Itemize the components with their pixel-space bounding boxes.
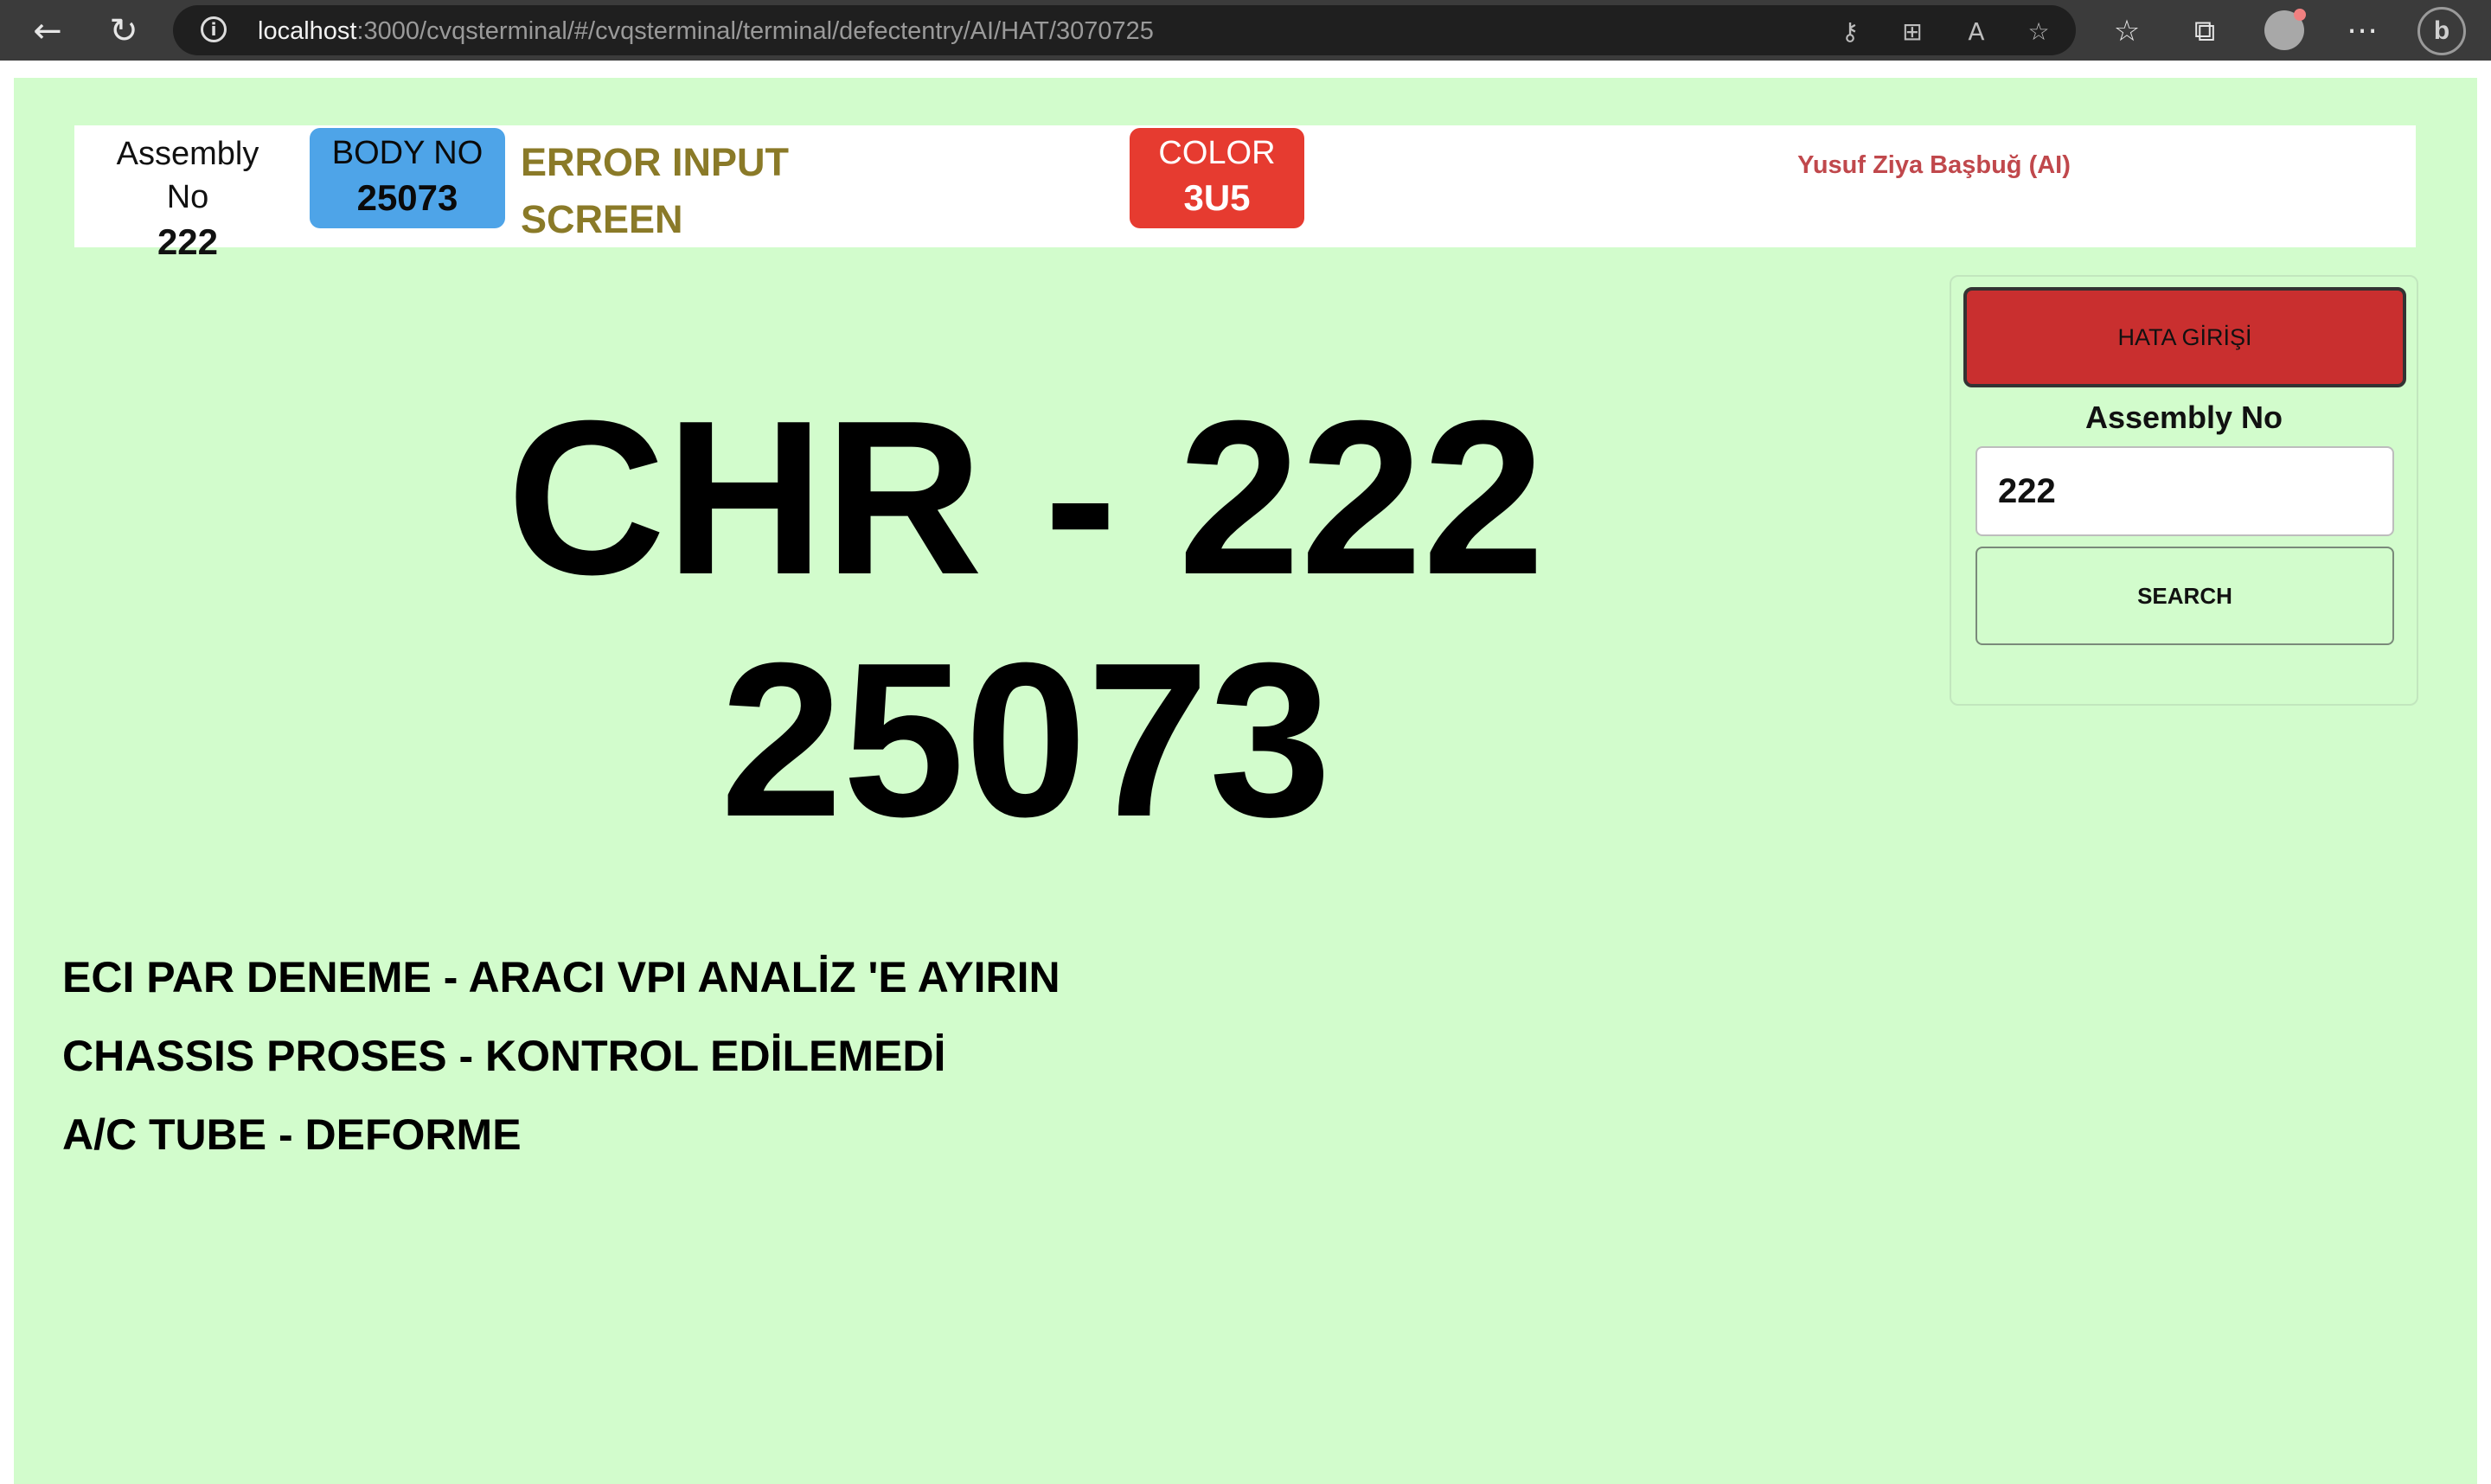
address-bar[interactable]: i localhost:3000/cvqsterminal/#/cvqsterm… bbox=[173, 5, 2076, 55]
search-panel: HATA GİRİŞİ Assembly No SEARCH bbox=[1950, 275, 2418, 706]
page-title-line1: ERROR INPUT bbox=[521, 140, 790, 184]
page-title: ERROR INPUT SCREEN bbox=[521, 134, 815, 248]
profile-avatar[interactable] bbox=[2264, 9, 2306, 50]
apps-icon[interactable]: ⊞ bbox=[1898, 17, 1927, 47]
assembly-label: Assembly No bbox=[116, 136, 259, 215]
info-icon[interactable]: i bbox=[201, 16, 227, 42]
header-bar: Assembly No 222 BODY NO 25073 ERROR INPU… bbox=[74, 125, 2416, 262]
color-value: 3U5 bbox=[1183, 177, 1251, 218]
body-no-label: BODY NO bbox=[331, 135, 483, 171]
body-number-display: 25073 bbox=[720, 617, 1332, 862]
page-title-line2: SCREEN bbox=[521, 197, 683, 241]
defect-item: A/C TUBE - DEFORME bbox=[62, 1110, 522, 1159]
read-aloud-icon[interactable]: A bbox=[1962, 17, 1991, 47]
more-icon[interactable]: ⋯ bbox=[2342, 11, 2382, 51]
app-content: Assembly No 222 BODY NO 25073 ERROR INPU… bbox=[14, 78, 2477, 1484]
defect-list: ECI PAR DENEME - ARACI VPI ANALİZ 'E AYI… bbox=[62, 951, 1360, 1187]
body-no-value: 25073 bbox=[356, 177, 458, 218]
favorites-icon[interactable]: ☆ bbox=[2107, 11, 2147, 51]
url-text[interactable]: localhost:3000/cvqsterminal/#/cvqstermin… bbox=[258, 17, 1154, 46]
bing-icon[interactable]: b bbox=[2417, 7, 2466, 55]
search-button[interactable]: SEARCH bbox=[1976, 547, 2394, 645]
assembly-info: Assembly No 222 bbox=[92, 132, 284, 265]
color-badge: COLOR 3U5 bbox=[1130, 128, 1304, 228]
assembly-value: 222 bbox=[157, 221, 219, 262]
defect-item: CHASSIS PROSES - KONTROL EDİLEMEDİ bbox=[62, 1032, 946, 1080]
key-icon[interactable]: ⚷ bbox=[1835, 17, 1865, 47]
collections-icon[interactable]: ⧉ bbox=[2185, 11, 2225, 51]
model-assembly-display: CHR - 222 bbox=[507, 374, 1545, 620]
hata-girisi-button[interactable]: HATA GİRİŞİ bbox=[1963, 287, 2406, 387]
back-arrow-icon[interactable]: ← bbox=[28, 11, 67, 51]
browser-toolbar: ← ↻ i localhost:3000/cvqsterminal/#/cvqs… bbox=[0, 0, 2491, 61]
defect-item: ECI PAR DENEME - ARACI VPI ANALİZ 'E AYI… bbox=[62, 953, 1060, 1001]
url-path: :3000/cvqsterminal/#/cvqsterminal/termin… bbox=[356, 17, 1154, 45]
add-favorite-icon[interactable]: ☆ bbox=[2024, 17, 2053, 47]
assembly-no-label: Assembly No bbox=[2084, 400, 2283, 435]
color-label: COLOR bbox=[1158, 135, 1276, 171]
body-no-badge: BODY NO 25073 bbox=[310, 128, 505, 228]
user-name: Yusuf Ziya Başbuğ (AI) bbox=[1797, 151, 2071, 179]
assembly-no-input[interactable] bbox=[1976, 446, 2394, 536]
url-host: localhost bbox=[258, 17, 357, 45]
reload-icon[interactable]: ↻ bbox=[104, 11, 144, 51]
